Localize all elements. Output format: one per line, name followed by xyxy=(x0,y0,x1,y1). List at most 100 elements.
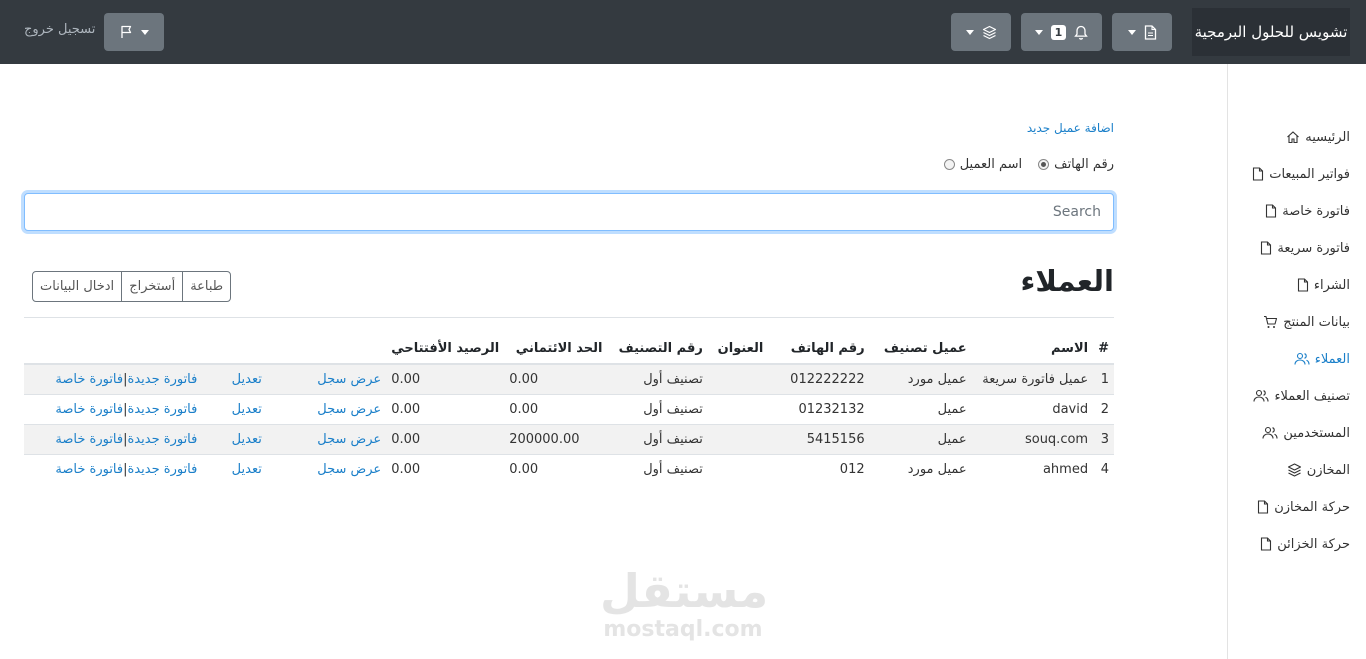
cell-name: عميل فاتورة سريعة xyxy=(971,363,1094,394)
cell-view-log: عرض سجل xyxy=(266,453,387,484)
layers-menu-button[interactable] xyxy=(951,13,1011,51)
radio-label: اسم العميل xyxy=(959,157,1023,172)
layers-icon xyxy=(1287,463,1301,477)
print-button[interactable]: طباعة xyxy=(182,271,232,302)
notifications-button[interactable]: 1 xyxy=(1021,13,1102,51)
edit-link[interactable]: تعديل xyxy=(232,462,262,477)
column-header-address: العنوان xyxy=(707,334,769,365)
search-input[interactable] xyxy=(24,193,1114,231)
brand-name[interactable]: تشويس للحلول البرمجية xyxy=(1192,8,1350,56)
sidebar-item-home[interactable]: الرئيسيه xyxy=(1286,125,1350,149)
watermark-logo: مستقل mostaql.com xyxy=(600,564,769,643)
new-invoice-link[interactable]: فاتورة جديدة xyxy=(128,372,198,387)
sidebar-item-users[interactable]: المستخدمين xyxy=(1262,421,1350,445)
special-invoice-link[interactable]: فاتورة خاصة xyxy=(55,402,123,417)
special-invoice-link[interactable]: فاتورة خاصة xyxy=(55,432,123,447)
radio-label: رقم الهاتف xyxy=(1054,157,1114,172)
cell-class-no: تصنيف أول xyxy=(607,393,708,424)
cell-index: 1 xyxy=(1093,363,1114,394)
cell-type: عميل مورد xyxy=(869,453,972,484)
new-invoice-link[interactable]: فاتورة جديدة xyxy=(128,462,198,477)
file-icon xyxy=(1261,537,1272,551)
sidebar-item-label: المستخدمين xyxy=(1283,425,1350,441)
view-log-link[interactable]: عرض سجل xyxy=(317,402,381,417)
new-invoice-link[interactable]: فاتورة جديدة xyxy=(128,432,198,447)
view-log-link[interactable]: عرض سجل xyxy=(317,462,381,477)
cell-index: 2 xyxy=(1093,393,1114,424)
table-header-row: # الاسم عميل تصنيف رقم الهاتف العنوان رق… xyxy=(24,334,1114,365)
cell-credit-limit: 0.00 xyxy=(504,363,608,394)
edit-link[interactable]: تعديل xyxy=(232,402,262,417)
file-icon xyxy=(1266,204,1277,218)
edit-link[interactable]: تعديل xyxy=(232,372,262,387)
add-customer-link[interactable]: اضافة عميل جديد xyxy=(1027,121,1114,135)
page-title: العملاء xyxy=(1020,264,1115,298)
cell-address xyxy=(707,453,769,484)
column-header-actions xyxy=(202,334,267,365)
column-header-opening-balance: الرصيد الأفتتاحي xyxy=(386,334,505,365)
logout-link[interactable]: تسجيل خروج xyxy=(24,22,95,37)
sidebar-item-store-movements[interactable]: حركة المخازن xyxy=(1257,495,1350,519)
file-icon xyxy=(1144,24,1156,40)
watermark-latin: mostaql.com xyxy=(603,617,763,642)
cell-class-no: تصنيف أول xyxy=(607,363,708,394)
sidebar-item-label: فاتورة خاصة xyxy=(1282,203,1350,219)
sidebar-item-customers[interactable]: العملاء xyxy=(1294,347,1350,371)
cell-phone: 012 xyxy=(768,453,870,484)
table-row: 4 ahmed عميل مورد 012 تصنيف أول 0.00 0.0… xyxy=(24,453,1114,484)
cell-class-no: تصنيف أول xyxy=(607,453,708,484)
radio-button[interactable] xyxy=(1038,159,1050,170)
sidebar-item-label: الشراء xyxy=(1313,277,1350,293)
documents-menu-button[interactable] xyxy=(1112,13,1172,51)
users-icon xyxy=(1253,389,1269,402)
view-log-link[interactable]: عرض سجل xyxy=(317,432,381,447)
chevron-down-icon xyxy=(1127,29,1136,35)
file-icon xyxy=(1261,241,1272,255)
sidebar-item-label: فاتورة سريعة xyxy=(1277,240,1350,256)
chevron-down-icon xyxy=(140,29,149,35)
table-actions-button-group: ادخال البيانات أستخراج طباعة xyxy=(32,271,232,302)
cell-view-log: عرض سجل xyxy=(266,423,387,454)
sidebar-item-purchases[interactable]: الشراء xyxy=(1297,273,1350,297)
cell-view-log: عرض سجل xyxy=(266,393,387,424)
cell-address xyxy=(707,423,769,454)
layers-icon xyxy=(982,25,996,39)
view-log-link[interactable]: عرض سجل xyxy=(317,372,381,387)
radio-search-by-name[interactable]: اسم العميل xyxy=(943,157,1023,172)
sidebar-item-quick-invoice[interactable]: فاتورة سريعة xyxy=(1260,236,1350,260)
cell-edit: تعديل xyxy=(202,393,267,424)
column-header-phone: رقم الهاتف xyxy=(768,334,870,365)
cell-phone: 01232132 xyxy=(768,393,870,424)
sidebar-item-treasury-movements[interactable]: حركة الخزائن xyxy=(1260,532,1350,556)
radio-search-by-phone[interactable]: رقم الهاتف xyxy=(1038,157,1114,172)
sidebar-item-label: العملاء xyxy=(1314,351,1350,367)
sidebar-item-customer-classes[interactable]: تصنيف العملاء xyxy=(1253,384,1350,408)
search-by-radio-group: اسم العميل رقم الهاتف xyxy=(943,157,1114,172)
sidebar-item-special-invoice[interactable]: فاتورة خاصة xyxy=(1265,199,1350,223)
radio-button[interactable] xyxy=(943,159,955,170)
customers-table: # الاسم عميل تصنيف رقم الهاتف العنوان رق… xyxy=(24,334,1114,484)
import-data-button[interactable]: ادخال البيانات xyxy=(32,271,123,302)
flag-menu-button[interactable] xyxy=(104,13,164,51)
sidebar-item-label: حركة المخازن xyxy=(1274,499,1350,515)
sidebar-item-label: تصنيف العملاء xyxy=(1274,388,1350,404)
edit-link[interactable]: تعديل xyxy=(232,432,262,447)
cell-type: عميل xyxy=(869,423,972,454)
sidebar-item-stores[interactable]: المخازن xyxy=(1287,458,1350,482)
special-invoice-link[interactable]: فاتورة خاصة xyxy=(55,462,123,477)
watermark-arabic: مستقل xyxy=(600,564,769,618)
users-icon xyxy=(1294,352,1310,365)
cell-view-log: عرض سجل xyxy=(266,363,387,394)
cell-name: david xyxy=(971,393,1094,424)
sidebar-item-label: فواتير المبيعات xyxy=(1269,166,1350,182)
sidebar-item-sales-invoices[interactable]: فواتير المبيعات xyxy=(1252,162,1350,186)
cell-invoices: فاتورة جديدة|فاتورة خاصة xyxy=(24,363,203,394)
cell-type: عميل xyxy=(869,393,972,424)
export-button[interactable]: أستخراج xyxy=(121,271,184,302)
special-invoice-link[interactable]: فاتورة خاصة xyxy=(55,372,123,387)
cell-credit-limit: 200000.00 xyxy=(504,423,608,454)
sidebar-item-products[interactable]: بيانات المنتج xyxy=(1263,310,1350,334)
new-invoice-link[interactable]: فاتورة جديدة xyxy=(128,402,198,417)
table-row: 1 عميل فاتورة سريعة عميل مورد 012222222 … xyxy=(24,363,1114,394)
sidebar-item-label: حركة الخزائن xyxy=(1277,536,1350,552)
